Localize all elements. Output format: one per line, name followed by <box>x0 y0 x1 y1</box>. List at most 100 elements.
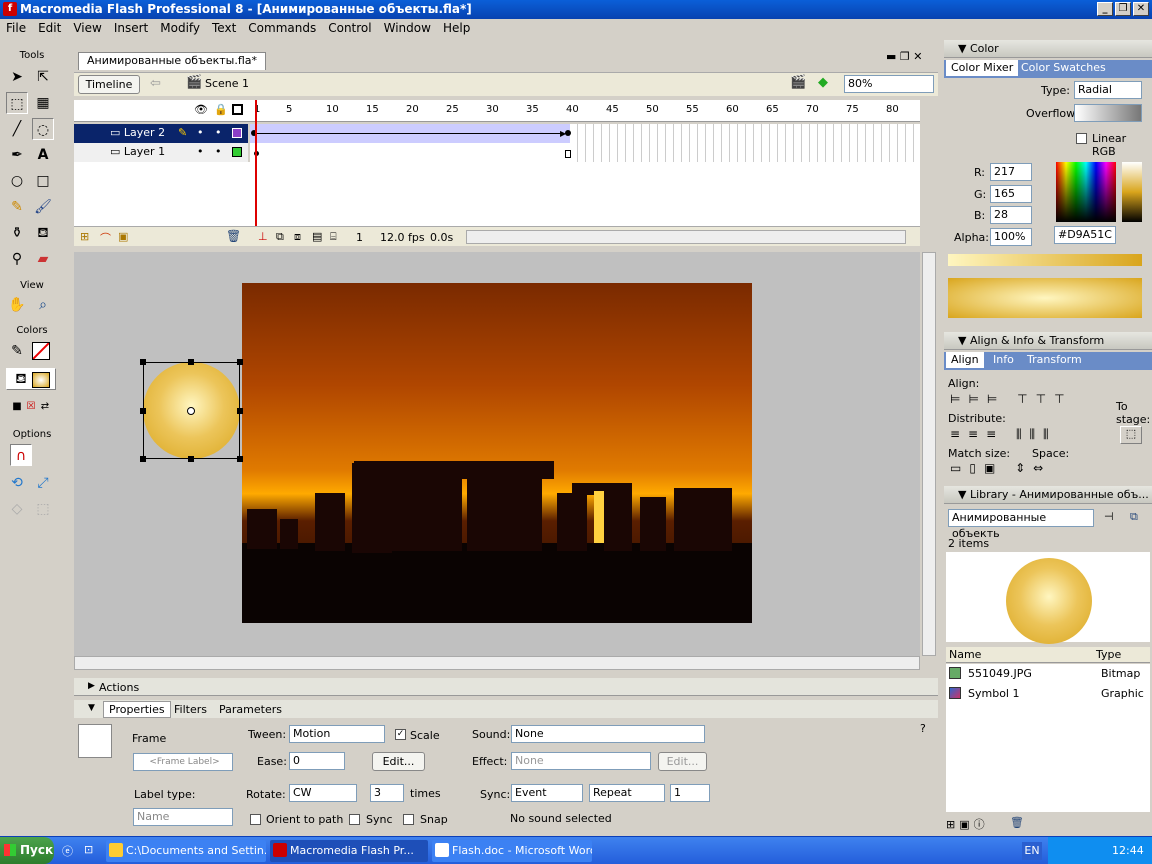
zoom-select[interactable]: 80% <box>844 75 934 93</box>
to-stage-button[interactable]: ⬚ <box>1120 426 1142 444</box>
library-document-select[interactable]: Анимированные объекть <box>948 509 1094 540</box>
hand-tool-icon[interactable]: ✋ <box>6 294 28 316</box>
tab-parameters[interactable]: Parameters <box>219 703 282 716</box>
onion-outlines-icon[interactable]: ⧈ <box>294 230 301 244</box>
frames-layer-1[interactable] <box>250 143 920 162</box>
transform-handle[interactable] <box>237 456 243 462</box>
transform-handle[interactable] <box>237 359 243 365</box>
task-explorer[interactable]: C:\Documents and Settin... <box>106 840 266 862</box>
registration-point[interactable] <box>187 407 195 415</box>
document-tab[interactable]: Анимированные объекты.fla* <box>78 52 267 70</box>
brush-tool-icon[interactable]: 🖌 <box>32 196 54 218</box>
r-input[interactable]: 217 <box>990 163 1032 181</box>
tab-color-mixer[interactable]: Color Mixer <box>946 60 1019 76</box>
layer-row-1[interactable]: ▭ Layer 1 • • <box>74 143 248 162</box>
align-buttons[interactable]: ⊨⊨⊨ ⊤⊤⊤ <box>950 392 1073 406</box>
task-word[interactable]: Flash.doc - Microsoft Word <box>432 840 592 862</box>
gradient-transform-tool-icon[interactable]: ▦ <box>32 92 54 114</box>
keyframe-end[interactable] <box>565 130 571 136</box>
line-tool-icon[interactable]: ╱ <box>6 118 28 140</box>
scale-checkbox[interactable]: ✓ <box>395 729 406 740</box>
onion-skin-icon[interactable]: ⧉ <box>276 230 284 244</box>
text-tool-icon[interactable]: A <box>32 144 54 166</box>
visibility-dot[interactable]: • <box>197 124 204 142</box>
timeline-vscroll[interactable] <box>922 100 936 226</box>
snap-magnet-icon[interactable]: ∩ <box>10 444 32 466</box>
pen-tool-icon[interactable]: ✒ <box>6 144 28 166</box>
lock-dot[interactable]: • <box>215 143 222 161</box>
menu-view[interactable]: View <box>67 19 107 37</box>
clock[interactable]: 12:44 <box>1112 844 1144 857</box>
ease-input[interactable]: 0 <box>289 752 345 770</box>
tab-align[interactable]: Align <box>946 352 984 368</box>
task-flash[interactable]: Macromedia Flash Pr... <box>270 840 428 862</box>
timeline-hscroll[interactable] <box>466 230 906 244</box>
library-delete-icon[interactable]: 🗑 <box>1010 816 1024 829</box>
edit-scene-icon[interactable]: 🎬 <box>790 75 806 90</box>
library-footer-buttons[interactable]: ⊞▣ⓘ <box>946 816 989 832</box>
tab-filters[interactable]: Filters <box>174 703 207 716</box>
rotate-times-input[interactable]: 3 <box>370 784 404 802</box>
repeat-select[interactable]: Repeat <box>589 784 665 802</box>
ink-bottle-tool-icon[interactable]: ⚱ <box>6 222 28 244</box>
center-frame-icon[interactable]: ⊥ <box>258 230 268 243</box>
close-button[interactable]: ✕ <box>1133 2 1149 16</box>
frame-label-input[interactable]: <Frame Label> <box>133 753 233 771</box>
distribute-buttons[interactable]: ≡≡≡ ⫼⫼⫼ <box>950 427 1057 442</box>
menu-control[interactable]: Control <box>322 19 377 37</box>
language-indicator[interactable]: EN <box>1022 842 1042 860</box>
menu-insert[interactable]: Insert <box>108 19 154 37</box>
col-type[interactable]: Type <box>1096 648 1121 661</box>
collapse-arrow-icon[interactable]: ▼ <box>88 703 95 713</box>
stroke-color-swatch[interactable] <box>32 342 50 360</box>
delete-layer-icon[interactable]: 🗑 <box>226 229 241 243</box>
brightness-slider[interactable] <box>1122 162 1142 222</box>
stroke-color-icon[interactable]: ✎ <box>6 340 28 362</box>
tab-properties[interactable]: Properties <box>103 701 171 718</box>
static-frames-span[interactable] <box>250 143 572 162</box>
layer-color-swatch[interactable] <box>232 128 242 138</box>
menu-text[interactable]: Text <box>206 19 242 37</box>
type-select[interactable]: Radial <box>1074 81 1142 99</box>
scale-icon[interactable]: ⤢ <box>32 472 54 494</box>
match-size-buttons[interactable]: ▭▯▣ ⇕⇔ <box>950 461 1051 475</box>
frame-ruler[interactable]: 1 5 10 15 20 25 30 35 40 45 50 55 60 65 70 75 80 <box>250 100 920 122</box>
rotate-skew-icon[interactable]: ⟲ <box>6 472 28 494</box>
tab-info[interactable]: Info <box>988 352 1019 368</box>
layer-color-swatch[interactable] <box>232 147 242 157</box>
layer-row-2[interactable]: ▭ Layer 2 ✎ • • <box>74 124 248 143</box>
g-input[interactable]: 165 <box>990 185 1032 203</box>
add-layer-icon[interactable]: ⊞ <box>80 230 89 243</box>
pin-library-icon[interactable]: ⊣ <box>1104 510 1114 523</box>
frames-layer-2[interactable]: ▶ <box>250 124 920 143</box>
minimize-button[interactable]: _ <box>1097 2 1113 16</box>
quicklaunch-icon[interactable]: ⊡ <box>84 843 93 856</box>
visibility-dot[interactable]: • <box>197 143 204 161</box>
actions-header[interactable]: ▶ Actions <box>74 678 938 696</box>
orient-checkbox[interactable] <box>250 814 261 825</box>
stage-vscroll[interactable] <box>922 252 936 656</box>
new-library-icon[interactable]: ⧉ <box>1130 510 1138 524</box>
outline-icon[interactable] <box>232 104 243 115</box>
menu-edit[interactable]: Edit <box>32 19 67 37</box>
restore-button[interactable]: ❐ <box>1115 2 1131 16</box>
eyedropper-tool-icon[interactable]: ⚲ <box>6 248 28 270</box>
label-type-select[interactable]: Name <box>133 808 233 826</box>
sync-select[interactable]: Event <box>511 784 583 802</box>
color-spectrum[interactable] <box>1056 162 1116 222</box>
eye-icon[interactable]: 👁 <box>194 103 208 116</box>
ie-icon[interactable]: ⓔ <box>62 843 73 859</box>
transform-handle[interactable] <box>140 408 146 414</box>
repeat-count-input[interactable]: 1 <box>670 784 710 802</box>
tween-select[interactable]: Motion <box>289 725 385 743</box>
transform-handle[interactable] <box>237 408 243 414</box>
align-panel-header[interactable]: ▼ Align & Info & Transform <box>944 332 1152 350</box>
playhead[interactable] <box>255 100 257 246</box>
paint-bucket-tool-icon[interactable]: ⛾ <box>32 222 54 244</box>
menu-help[interactable]: Help <box>437 19 476 37</box>
help-icon[interactable]: ? <box>920 722 926 735</box>
alpha-input[interactable]: 100% <box>990 228 1032 246</box>
gradient-bar[interactable] <box>948 254 1142 266</box>
library-item[interactable]: Symbol 1 Graphic <box>946 684 1150 704</box>
fill-color-swatch[interactable] <box>32 372 50 388</box>
